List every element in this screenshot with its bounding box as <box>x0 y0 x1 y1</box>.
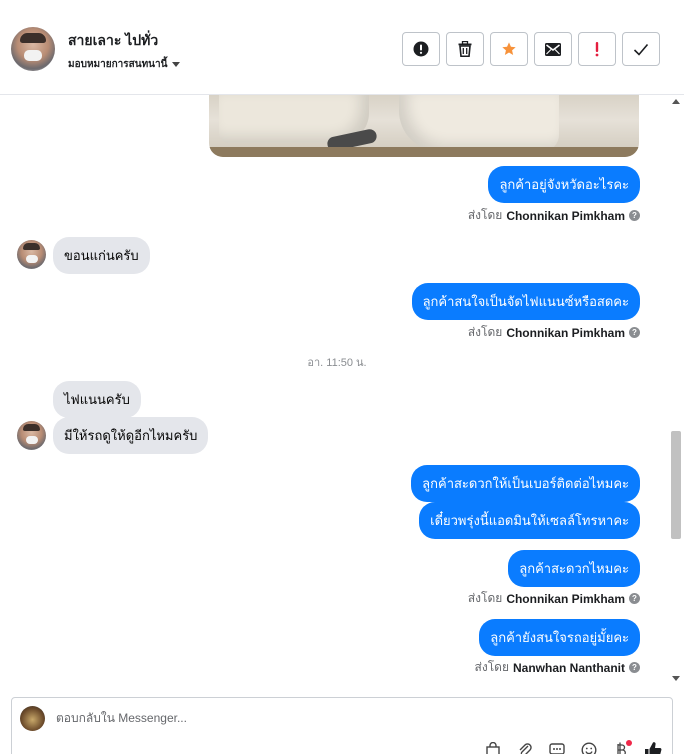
help-icon[interactable]: ? <box>629 662 640 673</box>
mark-unread-button[interactable] <box>534 32 572 66</box>
star-icon <box>502 42 516 55</box>
notification-dot <box>626 740 632 746</box>
sender-name: Nanwhan Nanthanit <box>512 660 625 675</box>
avatar-hair <box>23 243 40 250</box>
assign-conversation-dropdown[interactable]: มอบหมายการสนทนานี้ <box>68 57 181 72</box>
smiley-icon <box>581 742 597 754</box>
shopping-bag-icon <box>486 742 500 754</box>
chat-bubble-icon <box>549 743 565 754</box>
avatar-mask <box>26 436 38 444</box>
sender-name: Chonnikan Pimkham <box>506 325 625 340</box>
help-icon[interactable]: ? <box>629 210 640 221</box>
payment-button[interactable] <box>612 740 632 754</box>
sent-by-label: ส่งโดย Chonnikan Pimkham ? <box>468 589 640 608</box>
emoji-button[interactable] <box>580 741 598 754</box>
message-thread[interactable]: ลูกค้าอยู่จังหวัดอะไรคะ ส่งโดย Chonnikan… <box>0 95 684 687</box>
sent-by-prefix: ส่งโดย <box>467 208 503 222</box>
sender-name: Chonnikan Pimkham <box>506 591 625 606</box>
like-button[interactable] <box>644 741 662 754</box>
composer-tools <box>484 740 662 754</box>
saved-replies-button[interactable] <box>548 741 566 754</box>
photo-content <box>209 147 639 157</box>
assign-label: มอบหมายการสนทนานี้ <box>68 59 168 70</box>
trash-icon <box>458 41 472 57</box>
scroll-thumb[interactable] <box>671 431 681 539</box>
envelope-icon <box>545 42 561 56</box>
outgoing-message[interactable]: ลูกค้าอยู่จังหวัดอะไรคะ <box>488 166 640 203</box>
check-icon <box>633 43 649 56</box>
photo-content <box>399 95 559 151</box>
incoming-message[interactable]: มีให้รถดูให้ดูอีกไหมครับ <box>53 417 209 454</box>
sent-by-label: ส่งโดย Chonnikan Pimkham ? <box>468 206 640 225</box>
sent-by-label: ส่งโดย Chonnikan Pimkham ? <box>468 323 640 342</box>
sent-by-prefix: ส่งโดย <box>474 660 509 674</box>
sender-name: Chonnikan Pimkham <box>506 208 625 223</box>
exclamation-icon <box>595 42 599 57</box>
page-avatar <box>20 706 45 731</box>
shopping-bag-button[interactable] <box>484 741 502 754</box>
mark-done-button[interactable] <box>622 32 660 66</box>
help-icon[interactable]: ? <box>629 593 640 604</box>
avatar-mask <box>24 50 42 61</box>
message-timestamp: อา. 11:50 น. <box>307 357 367 369</box>
sent-by-label: ส่งโดย Nanwhan Nanthanit ? <box>475 658 640 677</box>
incoming-message[interactable]: ขอนแก่นครับ <box>53 237 150 274</box>
attached-photo[interactable] <box>209 95 639 157</box>
sent-by-prefix: ส่งโดย <box>467 325 503 339</box>
alert-circle-icon <box>413 41 429 57</box>
outgoing-message[interactable]: เดี๋ยวพรุ่งนี้แอดมินให้เซลล์โทรหาคะ <box>419 502 640 539</box>
outgoing-message[interactable]: ลูกค้าสะดวกไหมคะ <box>508 550 640 587</box>
outgoing-message[interactable]: ลูกค้าสนใจเป็นจัดไฟแนนซ์หรือสดคะ <box>411 283 640 320</box>
avatar-hair <box>23 424 40 431</box>
incoming-message[interactable]: ไฟแนนครับ <box>53 381 141 418</box>
attach-button[interactable] <box>516 741 534 754</box>
outgoing-message[interactable]: ลูกค้าสะดวกให้เป็นเบอร์ติดต่อไหมคะ <box>411 465 640 502</box>
follow-up-button[interactable] <box>578 32 616 66</box>
scroll-up-arrow-icon[interactable] <box>672 99 680 104</box>
action-toolbar <box>402 32 660 66</box>
help-icon[interactable]: ? <box>629 327 640 338</box>
mark-spam-button[interactable] <box>402 32 440 66</box>
sent-by-prefix: ส่งโดย <box>467 591 503 605</box>
avatar-hair <box>20 33 46 43</box>
star-button[interactable] <box>490 32 528 66</box>
contact-name[interactable]: สายเลาะ ไปทั่ว <box>68 30 158 52</box>
contact-avatar[interactable] <box>11 27 55 71</box>
conversation-header: สายเลาะ ไปทั่ว มอบหมายการสนทนานี้ <box>0 0 684 95</box>
contact-avatar-small[interactable] <box>17 421 46 450</box>
paperclip-icon <box>519 743 532 754</box>
contact-avatar-small[interactable] <box>17 240 46 269</box>
avatar-mask <box>26 255 38 263</box>
delete-button[interactable] <box>446 32 484 66</box>
reply-input[interactable] <box>56 711 476 725</box>
thumbs-up-icon <box>645 742 662 754</box>
caret-down-icon <box>172 62 181 67</box>
scroll-down-arrow-icon[interactable] <box>672 676 680 681</box>
outgoing-message[interactable]: ลูกค้ายังสนใจรถอยู่มั้ยคะ <box>479 619 640 656</box>
reply-composer <box>11 697 673 754</box>
thread-scrollbar[interactable] <box>670 95 682 687</box>
